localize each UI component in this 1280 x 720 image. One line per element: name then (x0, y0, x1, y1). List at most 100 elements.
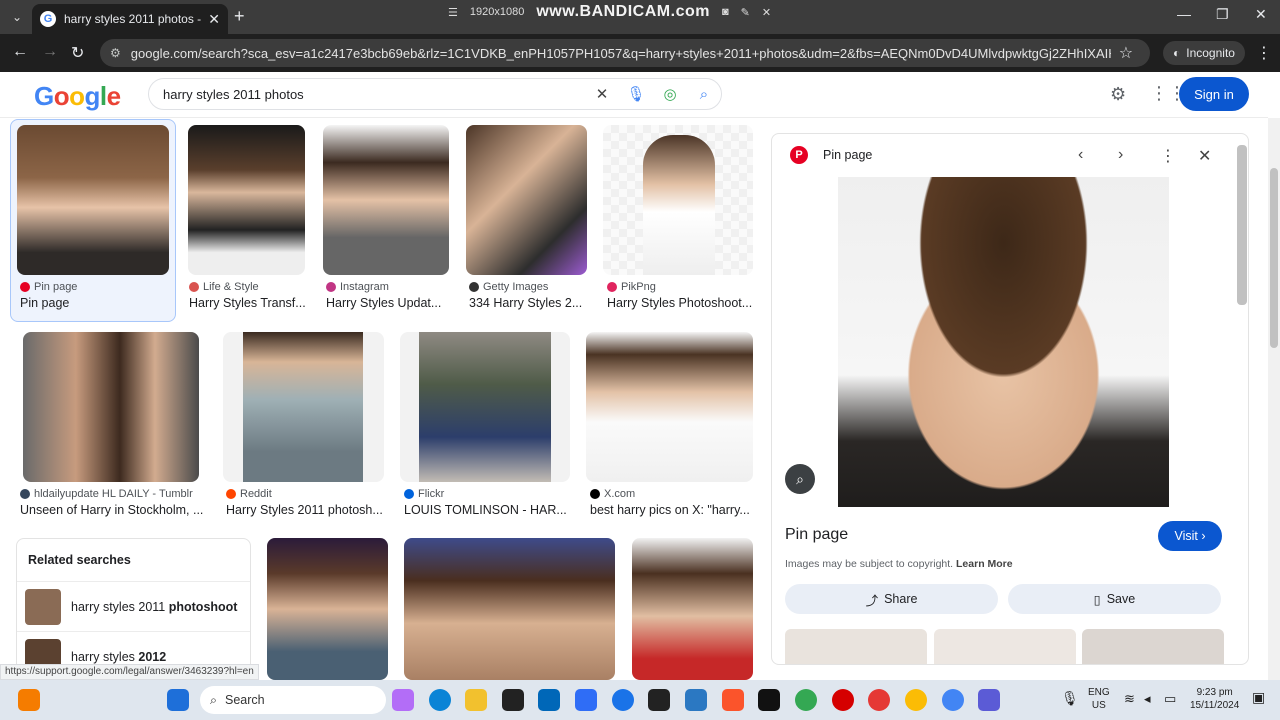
file-explorer-icon[interactable] (465, 689, 487, 711)
result-card-7[interactable]: Reddit Harry Styles 2011 photosh... (226, 488, 384, 517)
result-card-9[interactable]: X.com best harry pics on X: "harry... (590, 488, 753, 517)
search-box[interactable]: harry styles 2011 photos ✕ 🎙 ◎ ⌕ (148, 78, 722, 110)
settings-icon[interactable]: ⚙ (1110, 84, 1126, 105)
lens-icon[interactable]: ◎ (653, 85, 687, 103)
share-icon: ⤴ (865, 593, 879, 608)
result-image-9[interactable] (586, 332, 753, 482)
preview-image[interactable] (838, 177, 1169, 507)
result-image-10[interactable] (267, 538, 388, 680)
help-icon[interactable] (612, 689, 634, 711)
bookmark-star-icon[interactable]: ☆ (1119, 43, 1133, 63)
address-bar[interactable]: ⚙ google.com/search?sca_esv=a1c2417e3bcb… (100, 39, 1150, 67)
logo-letter: o (69, 81, 85, 111)
site-info-icon[interactable]: ⚙ (110, 46, 121, 60)
capcut-icon[interactable] (502, 689, 524, 711)
panel-scrollbar[interactable] (1237, 145, 1247, 305)
result-image-1[interactable] (17, 125, 169, 275)
result-image-4[interactable] (466, 125, 587, 275)
result-card-4[interactable]: Getty Images 334 Harry Styles 2... (469, 281, 589, 310)
result-card-6[interactable]: hldailyupdate HL DAILY - Tumblr Unseen o… (20, 488, 205, 517)
brave-icon[interactable] (722, 689, 744, 711)
back-icon[interactable]: ← (12, 43, 28, 61)
chrome-icon[interactable] (795, 689, 817, 711)
save-button[interactable]: ▯ Save (1008, 584, 1221, 614)
widgets-icon[interactable] (18, 689, 40, 711)
app-icon[interactable] (575, 689, 597, 711)
related-image[interactable] (934, 629, 1076, 664)
copilot-icon[interactable] (392, 689, 414, 711)
result-image-11[interactable] (404, 538, 615, 680)
tab-close-icon[interactable]: ✕ (208, 11, 220, 28)
next-icon[interactable]: › (1118, 146, 1123, 164)
chrome-icon[interactable] (942, 689, 964, 711)
result-card-3[interactable]: Instagram Harry Styles Updat... (326, 281, 451, 310)
instagram-icon (326, 282, 336, 292)
capcut-icon[interactable] (758, 689, 780, 711)
edge-icon[interactable] (429, 689, 451, 711)
new-tab-button[interactable]: + (234, 6, 245, 27)
panel-source-name[interactable]: Pin page (823, 148, 872, 162)
result-source: Instagram (340, 281, 389, 293)
wifi-icon[interactable]: ≋ (1124, 692, 1135, 705)
learn-more-link[interactable]: Learn More (956, 558, 1013, 570)
start-icon[interactable] (167, 689, 189, 711)
minimize-icon[interactable]: — (1177, 6, 1191, 22)
result-card-8[interactable]: Flickr LOUIS TOMLINSON - HAR... (404, 488, 570, 517)
weibo-icon[interactable] (868, 689, 890, 711)
result-card-2[interactable]: Life & Style Harry Styles Transf... (189, 281, 309, 310)
close-panel-icon[interactable]: ✕ (1198, 146, 1211, 166)
lens-search-icon[interactable]: ⌕ (785, 464, 815, 494)
result-image-8[interactable] (400, 332, 570, 482)
tab-active[interactable]: G harry styles 2011 photos - Goo ✕ (32, 4, 228, 34)
incognito-badge[interactable]: ◐ Incognito (1163, 41, 1245, 65)
result-source: Reddit (240, 488, 272, 500)
forward-icon[interactable]: → (42, 43, 58, 61)
reload-icon[interactable]: ↻ (71, 43, 84, 63)
clock[interactable]: 9:23 pm 15/11/2024 (1190, 686, 1239, 712)
share-button[interactable]: ⤴ Share (785, 584, 998, 614)
more-options-icon[interactable]: ⋮ (1160, 146, 1176, 166)
voice-search-icon[interactable]: 🎙 (619, 85, 653, 103)
flickr-icon (404, 489, 414, 499)
result-image-5[interactable] (603, 125, 753, 275)
result-image-6[interactable] (23, 332, 199, 482)
result-source: X.com (604, 488, 636, 500)
language-indicator[interactable]: ENG US (1088, 686, 1110, 712)
store-icon[interactable] (538, 689, 560, 711)
related-item[interactable]: harry styles 2011 photoshoot (17, 582, 250, 632)
record-icon[interactable] (832, 689, 854, 711)
notifications-icon[interactable]: ▣ (1252, 690, 1265, 704)
result-source: Getty Images (483, 281, 549, 293)
related-image[interactable] (785, 629, 927, 664)
result-card-1[interactable]: Pin page Pin page (20, 281, 170, 310)
capcut-icon[interactable] (648, 689, 670, 711)
chrome-icon[interactable] (905, 689, 927, 711)
tab-title: harry styles 2011 photos - Goo (64, 12, 202, 26)
tab-search-button[interactable]: ⌄ (6, 6, 28, 28)
volume-icon[interactable]: ◂ (1144, 692, 1151, 705)
result-image-2[interactable] (188, 125, 305, 275)
scrollbar-thumb[interactable] (1270, 168, 1278, 348)
browser-menu-icon[interactable]: ⋮ (1256, 43, 1272, 63)
visit-button[interactable]: Visit › (1158, 521, 1222, 551)
search-input[interactable]: harry styles 2011 photos (163, 87, 585, 102)
app-icon[interactable] (685, 689, 707, 711)
result-image-7[interactable] (223, 332, 384, 482)
panel-title[interactable]: Pin page (785, 526, 848, 544)
related-image[interactable] (1082, 629, 1224, 664)
sign-in-button[interactable]: Sign in (1179, 77, 1249, 111)
window-close-icon[interactable]: ✕ (1255, 6, 1267, 23)
battery-icon[interactable]: ▭ (1164, 692, 1176, 705)
restore-icon[interactable]: ❐ (1216, 6, 1229, 23)
result-image-12[interactable] (632, 538, 753, 680)
app-icon[interactable] (978, 689, 1000, 711)
microphone-icon[interactable]: 🎙 (1061, 691, 1079, 705)
clear-icon[interactable]: ✕ (585, 85, 619, 103)
result-image-3[interactable] (323, 125, 449, 275)
search-icon[interactable]: ⌕ (687, 86, 721, 103)
previous-icon[interactable]: ‹ (1078, 146, 1083, 164)
page-scrollbar[interactable] (1268, 118, 1280, 680)
google-logo[interactable]: Google (34, 81, 121, 112)
taskbar-search[interactable]: ⌕ Search (200, 686, 386, 714)
result-card-5[interactable]: PikPng Harry Styles Photoshoot... (607, 281, 753, 310)
